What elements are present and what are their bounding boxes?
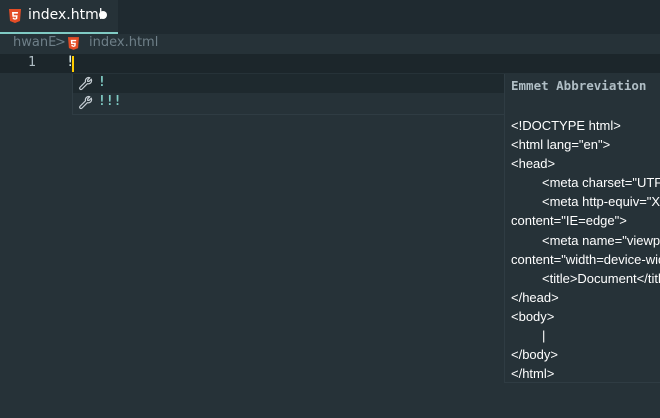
html5-file-icon — [9, 9, 21, 23]
unsaved-dot-icon[interactable] — [99, 11, 107, 19]
snippet-line: </html> — [511, 366, 555, 382]
snippet-line: </head> — [511, 289, 559, 305]
snippet-line: <meta charset="UTF-8"> — [542, 175, 660, 191]
editor-window: index.html hwanE > index.html 1 ! ! !!! — [0, 0, 660, 418]
breadcrumb-folder[interactable]: hwanE — [13, 35, 56, 50]
suggestion-list: ! !!! — [72, 74, 505, 115]
snippet-line: <meta name="viewport" — [542, 232, 660, 248]
snippet-line: <body> — [511, 308, 555, 324]
snippet-line: <head> — [511, 156, 556, 172]
snippet-line: content="width=device-width, initial-sca… — [511, 251, 660, 267]
snippet-line: <title>Document</title> — [542, 270, 660, 286]
breadcrumb-separator: > — [55, 35, 66, 50]
snippet-line: <html lang="en"> — [511, 137, 611, 153]
breadcrumb-file[interactable]: index.html — [89, 35, 158, 50]
text-cursor — [72, 56, 74, 72]
snippet-line: | — [542, 328, 546, 344]
line-number: 1 — [28, 55, 36, 70]
suggestion-label: ! — [98, 75, 106, 90]
details-snippet: <!DOCTYPE html> <html lang="en"> <head> … — [511, 116, 660, 382]
tab-index-html[interactable]: index.html — [0, 0, 118, 34]
suggestion-details-panel: Emmet Abbreviation <!DOCTYPE html> <html… — [504, 74, 660, 383]
snippet-line: </body> — [511, 347, 558, 363]
html5-file-icon — [68, 37, 79, 50]
current-line-highlight — [0, 54, 660, 73]
snippet-line: <!DOCTYPE html> — [511, 118, 621, 133]
suggestion-item[interactable]: ! — [73, 74, 505, 93]
suggestion-item[interactable]: !!! — [73, 93, 505, 112]
suggestion-label: !!! — [98, 94, 122, 109]
breadcrumb: hwanE > index.html — [0, 34, 660, 54]
wrench-icon — [79, 76, 93, 91]
details-title: Emmet Abbreviation — [511, 78, 647, 93]
snippet-line: content="IE=edge"> — [511, 213, 627, 229]
snippet-line: <meta http-equiv="X-UA-Compatible" — [542, 194, 660, 210]
tab-bar: index.html — [0, 0, 660, 34]
tab-label: index.html — [28, 7, 103, 23]
wrench-icon — [79, 95, 93, 110]
